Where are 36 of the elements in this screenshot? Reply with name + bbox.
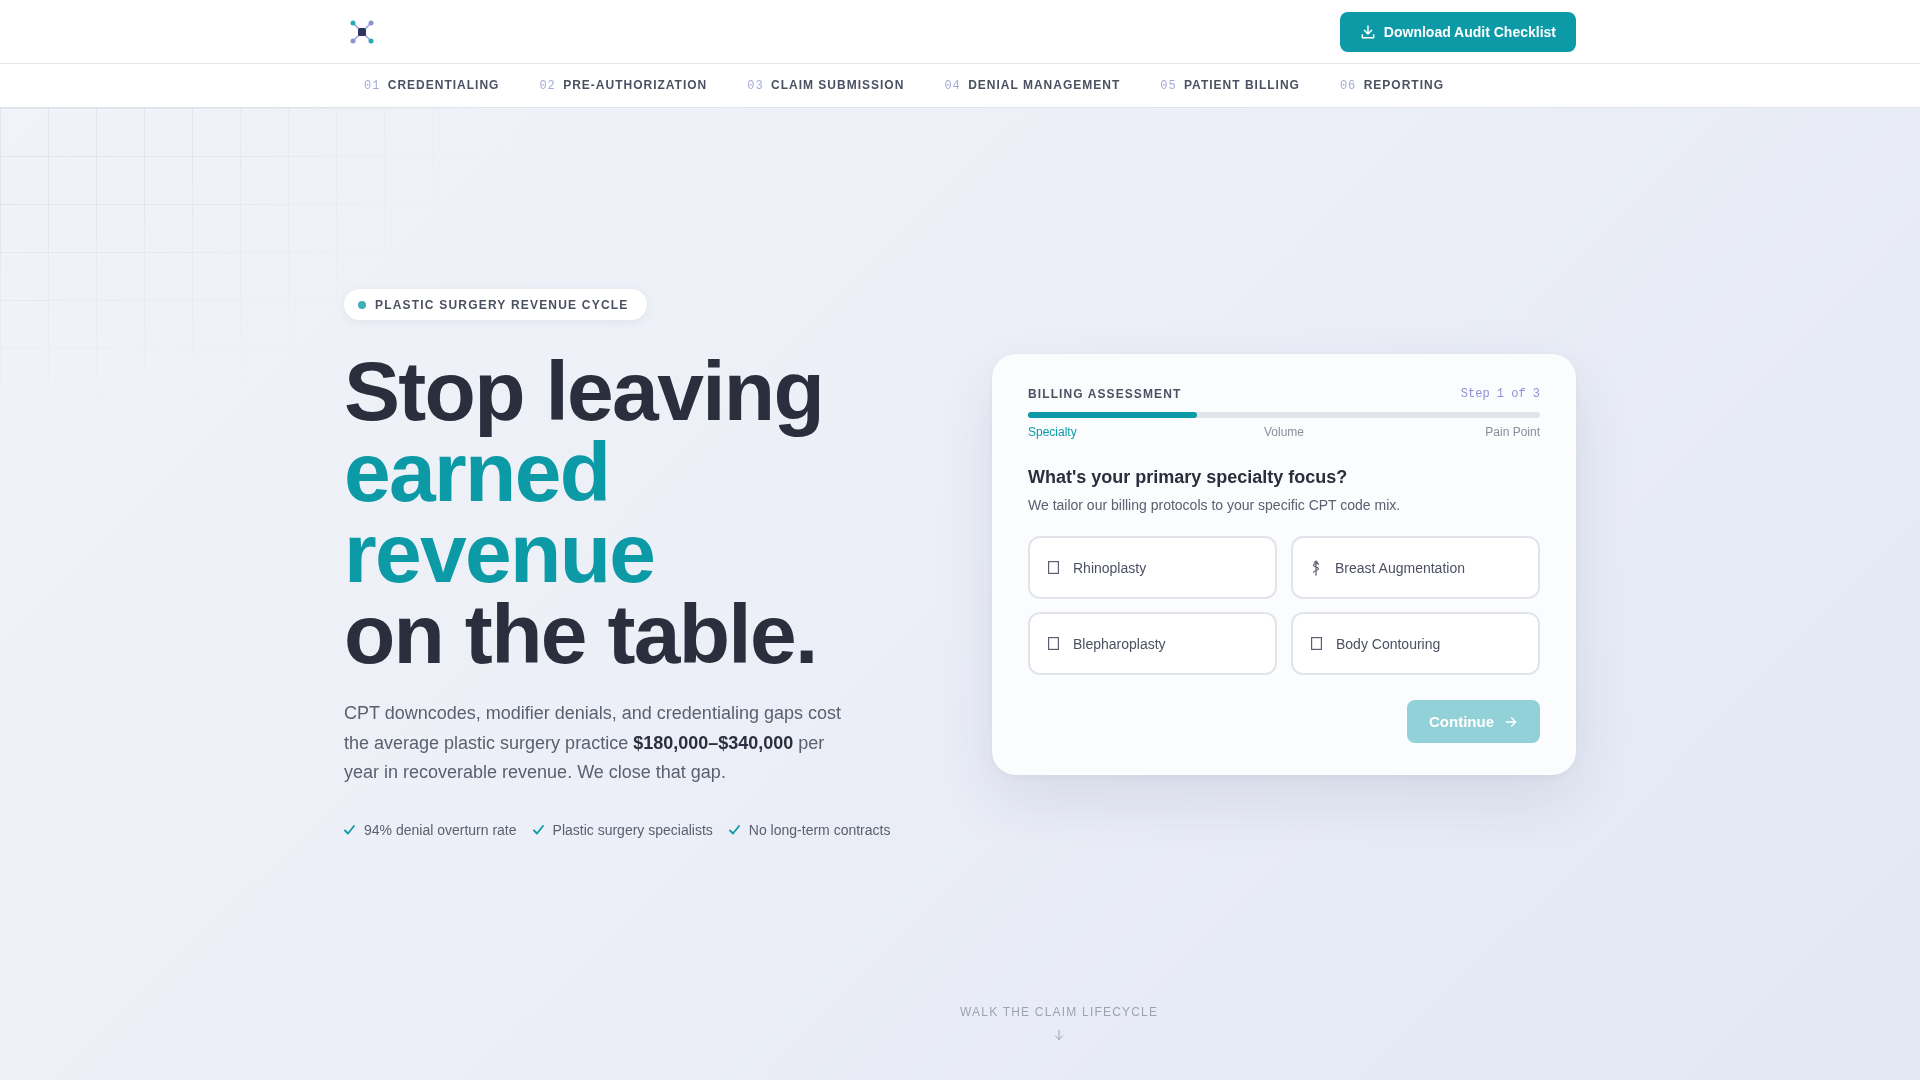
specialty-option[interactable]: Breast Augmentation xyxy=(1291,536,1540,600)
specialty-option[interactable]: Body Contouring xyxy=(1291,612,1540,676)
specialty-option[interactable]: Blepharoplasty xyxy=(1028,612,1277,676)
rectangle-icon xyxy=(1048,561,1059,575)
scroll-cue-text: WALK THE CLAIM LIFECYCLE xyxy=(960,1004,1159,1021)
question-hint: We tailor our billing protocols to your specific CPT code mix. xyxy=(1028,496,1402,516)
hero-headline: Stop leaving earned revenue on the table. xyxy=(344,351,824,675)
step-label: Specialty xyxy=(1028,424,1077,441)
category-label: PLASTIC SURGERY REVENUE CYCLE xyxy=(375,297,629,312)
nav-link[interactable]: 06 REPORTING xyxy=(1319,78,1464,93)
highlight-text: No long-term contracts xyxy=(748,821,891,841)
nav-link[interactable]: 05 PATIENT BILLING xyxy=(1140,78,1320,93)
step-counter: Step 1 of 3 xyxy=(1460,387,1540,402)
specialty-option[interactable]: Rhinoplasty xyxy=(1028,536,1277,600)
staff-icon xyxy=(1311,559,1321,576)
question-heading: What's your primary specialty focus? xyxy=(1028,466,1349,490)
rectangle-icon xyxy=(1311,637,1322,651)
step-label: Volume xyxy=(1263,424,1304,441)
nav-link[interactable]: 04 DENIAL MANAGEMENT xyxy=(924,78,1141,93)
nav-link[interactable]: 03 CLAIM SUBMISSION xyxy=(727,78,925,93)
check-icon xyxy=(344,825,355,836)
arrow-right-icon xyxy=(1504,714,1518,729)
nav-link[interactable]: 02 PRE-AUTHORIZATION xyxy=(519,78,728,93)
rectangle-icon xyxy=(1048,637,1059,651)
intro-paragraph: CPT downcodes, modifier denials, and credentialing gaps cost the average plastic surgery practice $180,000–$340,000 per year in recoverable revenue. We close that gap. xyxy=(344,702,842,785)
assessment-title: BILLING ASSESSMENT xyxy=(1028,387,1182,402)
arrow-down-icon xyxy=(1053,1029,1066,1042)
check-icon xyxy=(532,825,544,836)
check-icon xyxy=(728,825,740,836)
highlight-text: 94% denial overturn rate xyxy=(364,821,517,841)
step-label: Pain Point xyxy=(1485,424,1540,441)
dot-icon xyxy=(358,300,366,309)
highlight-text: Plastic surgery specialists xyxy=(552,821,713,841)
download-icon xyxy=(1359,23,1376,40)
logo-icon xyxy=(350,19,374,44)
nav-link[interactable]: 01 CREDENTIALING xyxy=(344,78,520,93)
